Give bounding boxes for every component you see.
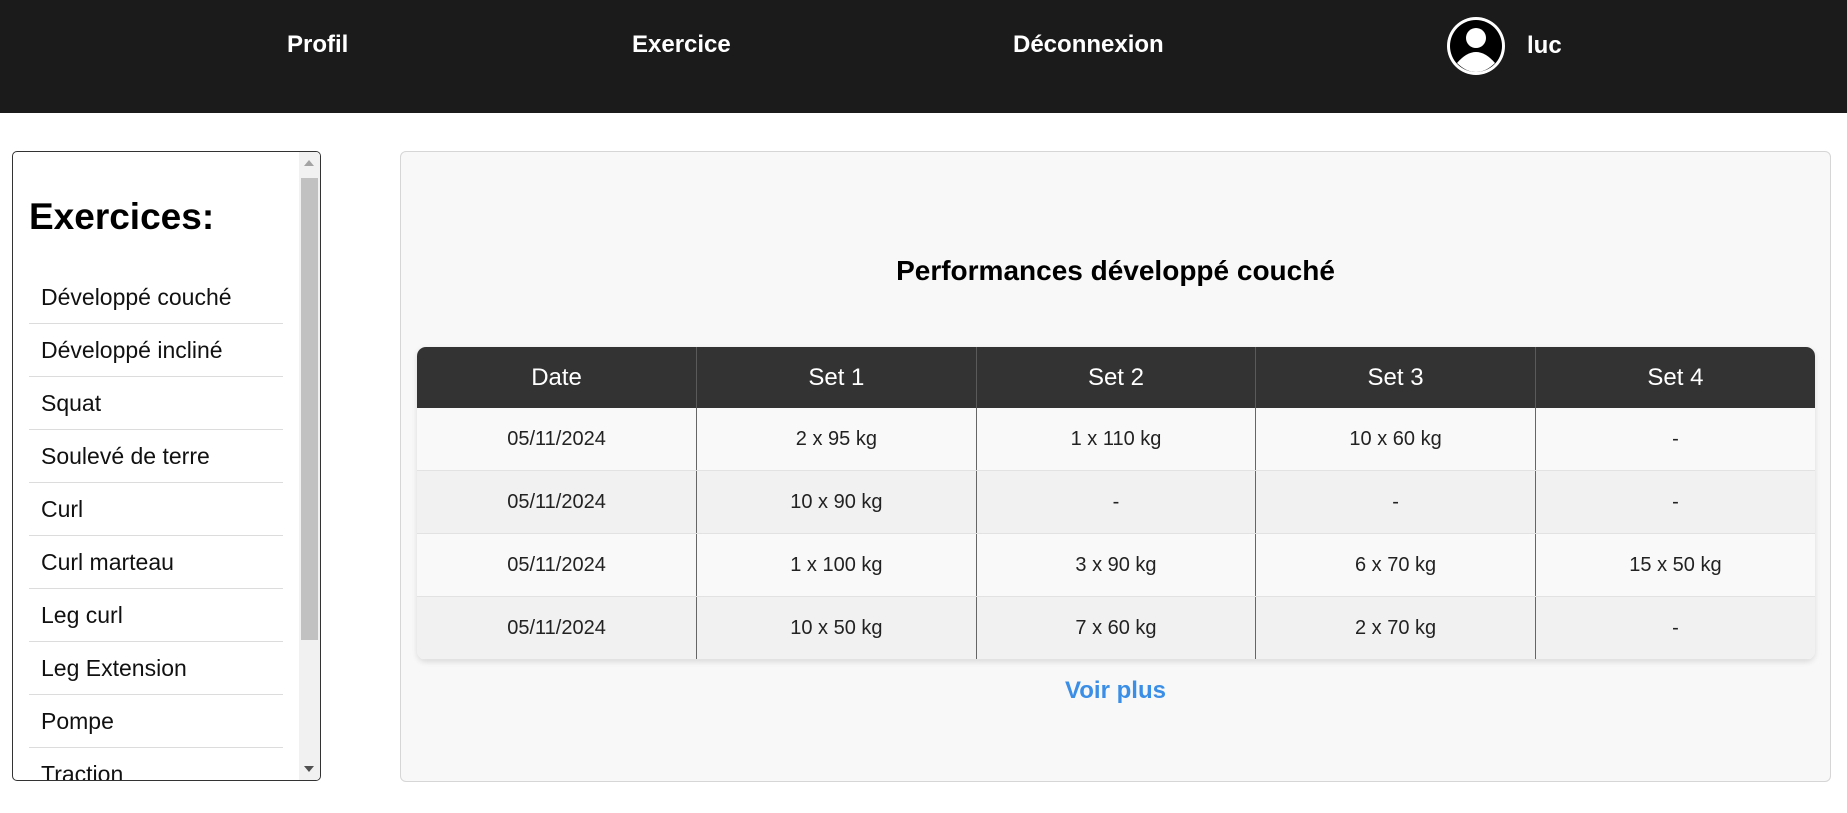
table-cell: 3 x 90 kg — [976, 533, 1257, 597]
top-navbar: Profil Exercice Déconnexion luc — [0, 0, 1847, 113]
table-cell: 05/11/2024 — [417, 596, 698, 660]
table-cell: - — [1535, 470, 1815, 534]
exercise-list: Développé couché Développé incliné Squat… — [29, 271, 283, 780]
table-cell: 7 x 60 kg — [976, 596, 1257, 660]
voir-plus-link[interactable]: Voir plus — [401, 676, 1830, 706]
performance-table-container: Date Set 1 Set 2 Set 3 Set 4 05/11/2024 … — [417, 347, 1815, 660]
sidebar-scrollbar[interactable] — [299, 152, 320, 780]
user-profile[interactable]: luc — [1445, 15, 1562, 77]
exercise-item[interactable]: Pompe — [29, 695, 283, 748]
nav-profil-link[interactable]: Profil — [287, 30, 348, 60]
table-cell: - — [1255, 470, 1536, 534]
exercise-item[interactable]: Squat — [29, 377, 283, 430]
table-row: 05/11/2024 2 x 95 kg 1 x 110 kg 10 x 60 … — [417, 408, 1815, 471]
exercise-item[interactable]: Développé couché — [29, 271, 283, 324]
column-header-set4: Set 4 — [1535, 347, 1815, 408]
performance-table: Date Set 1 Set 2 Set 3 Set 4 05/11/2024 … — [417, 347, 1815, 660]
table-row: 05/11/2024 10 x 90 kg - - - — [417, 470, 1815, 534]
table-cell: - — [976, 470, 1257, 534]
performance-panel: Performances développé couché Date Set 1… — [400, 151, 1831, 782]
exercise-sidebar: Exercices: Développé couché Développé in… — [12, 151, 321, 781]
exercise-item[interactable]: Curl — [29, 483, 283, 536]
table-cell: 05/11/2024 — [417, 533, 698, 597]
column-header-date: Date — [417, 347, 698, 408]
nav-logout-link[interactable]: Déconnexion — [1013, 30, 1164, 60]
table-cell: 15 x 50 kg — [1535, 533, 1815, 597]
exercise-item[interactable]: Traction — [29, 748, 283, 780]
table-cell: 10 x 50 kg — [696, 596, 977, 660]
nav-exercice-link[interactable]: Exercice — [632, 30, 731, 60]
table-cell: 10 x 90 kg — [696, 470, 977, 534]
table-row: 05/11/2024 10 x 50 kg 7 x 60 kg 2 x 70 k… — [417, 596, 1815, 660]
table-cell: 2 x 70 kg — [1255, 596, 1536, 660]
table-cell: - — [1535, 408, 1815, 471]
sidebar-title: Exercices: — [29, 196, 215, 237]
table-cell: - — [1535, 596, 1815, 660]
scroll-up-arrow-icon[interactable] — [304, 160, 314, 166]
column-header-set3: Set 3 — [1255, 347, 1536, 408]
table-header-row: Date Set 1 Set 2 Set 3 Set 4 — [417, 347, 1815, 408]
table-cell: 1 x 110 kg — [976, 408, 1257, 471]
table-cell: 6 x 70 kg — [1255, 533, 1536, 597]
username: luc — [1527, 32, 1562, 59]
column-header-set1: Set 1 — [696, 347, 977, 408]
exercise-item[interactable]: Leg curl — [29, 589, 283, 642]
table-cell: 05/11/2024 — [417, 470, 698, 534]
table-cell: 1 x 100 kg — [696, 533, 977, 597]
table-cell: 10 x 60 kg — [1255, 408, 1536, 471]
panel-title: Performances développé couché — [896, 255, 1335, 286]
user-circle-icon — [1447, 17, 1505, 75]
table-row: 05/11/2024 1 x 100 kg 3 x 90 kg 6 x 70 k… — [417, 533, 1815, 597]
table-cell: 2 x 95 kg — [696, 408, 977, 471]
exercise-item[interactable]: Développé incliné — [29, 324, 283, 377]
scroll-down-arrow-icon[interactable] — [304, 766, 314, 772]
table-cell: 05/11/2024 — [417, 408, 698, 471]
exercise-item[interactable]: Soulevé de terre — [29, 430, 283, 483]
exercise-item[interactable]: Leg Extension — [29, 642, 283, 695]
scroll-thumb[interactable] — [301, 178, 318, 640]
column-header-set2: Set 2 — [976, 347, 1257, 408]
exercise-item[interactable]: Curl marteau — [29, 536, 283, 589]
